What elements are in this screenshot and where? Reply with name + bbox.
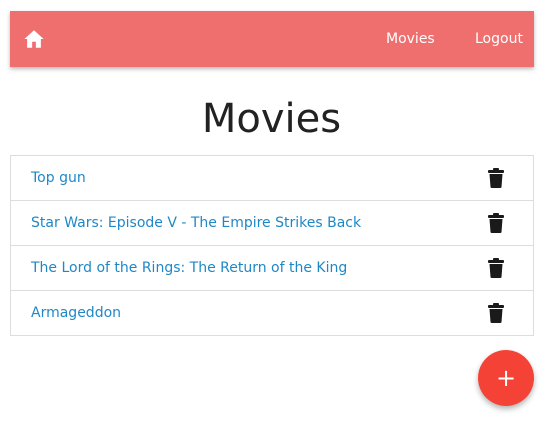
trash-icon[interactable] [488,258,504,278]
list-item: Armageddon [11,290,533,335]
trash-icon[interactable] [488,213,504,233]
movie-link[interactable]: The Lord of the Rings: The Return of the… [31,246,347,290]
movie-link[interactable]: Armageddon [31,291,121,335]
list-item: Star Wars: Episode V - The Empire Strike… [11,200,533,245]
page-title: Movies [201,96,342,142]
add-movie-button[interactable]: + [478,350,534,406]
trash-icon[interactable] [488,168,504,188]
list-item: The Lord of the Rings: The Return of the… [11,245,533,290]
top-navbar: Movies Logout [10,11,534,67]
trash-icon[interactable] [488,303,504,323]
home-icon[interactable] [23,28,45,50]
movie-link[interactable]: Top gun [31,156,86,200]
movie-list: Top gun Star Wars: Episode V - The Empir… [10,155,534,336]
movie-link[interactable]: Star Wars: Episode V - The Empire Strike… [31,201,361,245]
nav-link-movies[interactable]: Movies [386,11,435,67]
nav-link-logout[interactable]: Logout [475,11,523,67]
plus-icon: + [495,364,517,392]
list-item: Top gun [11,156,533,200]
